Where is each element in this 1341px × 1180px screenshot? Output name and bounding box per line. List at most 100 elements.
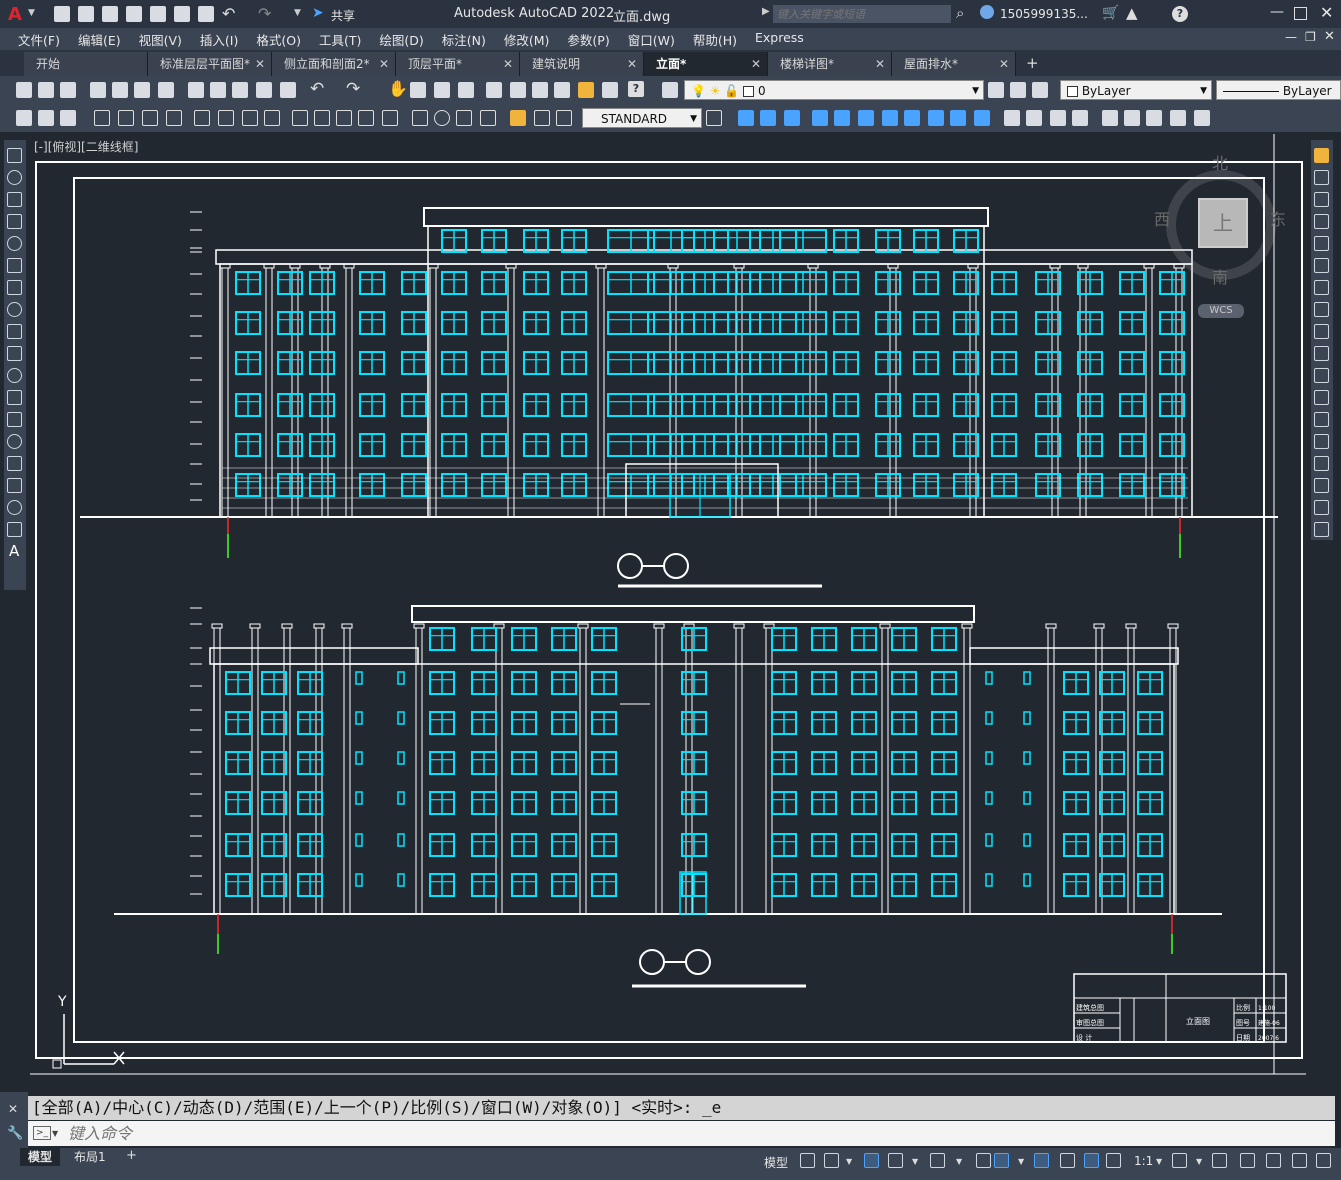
cut-icon[interactable] <box>188 82 204 98</box>
trim-icon[interactable] <box>1314 346 1329 361</box>
3d-dwf-icon[interactable] <box>158 82 174 98</box>
lineweight-icon[interactable] <box>1034 1153 1049 1168</box>
tolerance-icon[interactable] <box>336 110 352 126</box>
rectangle-icon[interactable] <box>7 236 22 251</box>
annotation-visibility-icon[interactable] <box>1084 1153 1099 1168</box>
point-icon[interactable] <box>7 434 22 449</box>
table-icon[interactable] <box>7 522 22 537</box>
plot-icon[interactable] <box>198 6 214 22</box>
dim-jogged-icon[interactable] <box>142 110 158 126</box>
save-icon[interactable] <box>60 82 76 98</box>
tool-palettes-icon[interactable] <box>532 82 548 98</box>
ellipse-icon[interactable] <box>7 346 22 361</box>
compass-west[interactable]: 西 <box>1154 206 1170 230</box>
3d-rotate-icon[interactable] <box>760 110 776 126</box>
properties-icon[interactable] <box>486 82 502 98</box>
polar-tracking-icon[interactable] <box>888 1153 903 1168</box>
new-tab-icon[interactable]: + <box>1026 54 1039 72</box>
circle-icon[interactable] <box>7 280 22 295</box>
publish-icon[interactable] <box>134 82 150 98</box>
close-tab-icon[interactable]: ✕ <box>999 52 1009 76</box>
clean-icon[interactable] <box>1194 110 1210 126</box>
search-icon[interactable]: ⌕ <box>956 4 964 22</box>
mirror-icon[interactable] <box>1314 192 1329 207</box>
customize-status-icon[interactable] <box>1316 1153 1331 1168</box>
explode-icon[interactable] <box>1314 522 1329 537</box>
menu-item[interactable]: 格式(O) <box>247 30 310 49</box>
layer-properties-icon[interactable] <box>662 82 678 98</box>
dim-update-icon[interactable] <box>480 110 496 126</box>
dim-style-manager-icon[interactable] <box>706 110 722 126</box>
dim-angular-icon[interactable] <box>194 110 210 126</box>
dim-continue-icon[interactable] <box>264 110 280 126</box>
search-input[interactable] <box>773 5 951 23</box>
qnew-icon[interactable] <box>16 82 32 98</box>
dim-radius-icon[interactable] <box>118 110 134 126</box>
chevron-down-icon[interactable]: ▼ <box>1018 1157 1024 1166</box>
wcs-menu[interactable]: WCS <box>1198 304 1244 318</box>
dim-space-icon[interactable] <box>292 110 308 126</box>
customize-icon[interactable]: ▼ <box>294 8 301 18</box>
redo-icon[interactable]: ↷ <box>346 79 360 99</box>
chamfer-icon[interactable] <box>1314 456 1329 471</box>
dim-edit-icon[interactable] <box>434 110 450 126</box>
dim-arc-icon[interactable] <box>60 110 76 126</box>
dim-ordinate-icon[interactable] <box>94 110 110 126</box>
command-recent-icon[interactable]: >_ <box>33 1126 51 1140</box>
dim-baseline-icon[interactable] <box>242 110 258 126</box>
break-icon[interactable] <box>1314 412 1329 427</box>
annotation-scale[interactable]: 1:1 <box>1134 1154 1153 1168</box>
layer-state-icon[interactable] <box>1032 82 1048 98</box>
menu-item[interactable]: 标注(N) <box>433 30 495 49</box>
snap-mode-icon[interactable] <box>824 1153 839 1168</box>
minimize-icon[interactable]: — <box>1270 4 1284 20</box>
block-editor-icon[interactable] <box>280 82 296 98</box>
polygon-icon[interactable] <box>7 214 22 229</box>
zoom-previous-icon[interactable] <box>458 82 474 98</box>
3d-scale-icon[interactable] <box>858 110 874 126</box>
subtract-icon[interactable] <box>904 110 920 126</box>
drawing-viewport[interactable]: [-][俯视][二维线框] 立面图 建筑总图 审图总图设 计比例 图号 日期 1:100 建… <box>30 134 1306 1082</box>
blend-icon[interactable] <box>1314 500 1329 515</box>
add-icon[interactable] <box>1212 1153 1227 1168</box>
close-tab-icon[interactable]: ✕ <box>379 52 389 76</box>
dim-break-icon[interactable] <box>314 110 330 126</box>
command-input-bar[interactable]: >_ ▼ <box>28 1121 1335 1146</box>
drawing-canvas[interactable]: 立面图 建筑总图审图总图设 计 比例图号日期 1:100 建施-06 2007.6 <box>30 134 1306 1082</box>
sheet-set-icon[interactable] <box>554 82 570 98</box>
chevron-down-icon[interactable]: ▼ <box>846 1157 852 1166</box>
text-tool-icon[interactable]: A <box>9 542 19 560</box>
shell-icon[interactable] <box>1146 110 1162 126</box>
arc-icon[interactable] <box>7 258 22 273</box>
zoom-realtime-icon[interactable] <box>410 82 426 98</box>
tab-model[interactable]: 模型 <box>20 1148 61 1166</box>
compass-south[interactable]: 南 <box>1212 264 1228 288</box>
fillet-icon[interactable] <box>1314 478 1329 493</box>
open-icon[interactable] <box>38 82 54 98</box>
3d-move-icon[interactable] <box>738 110 754 126</box>
open-file-icon[interactable] <box>78 6 94 22</box>
line-icon[interactable] <box>7 148 22 163</box>
tab-layout1[interactable]: 布局1 <box>66 1148 114 1166</box>
dim-reassociate-icon[interactable] <box>556 110 572 126</box>
gradient-icon[interactable] <box>7 478 22 493</box>
erase-icon[interactable] <box>1314 148 1329 163</box>
redo-icon[interactable]: ↷ <box>258 4 271 23</box>
make-block-icon[interactable] <box>7 412 22 427</box>
region-icon[interactable] <box>7 500 22 515</box>
auto-scale-icon[interactable] <box>1106 1153 1121 1168</box>
stretch-icon[interactable] <box>1314 324 1329 339</box>
break-at-point-icon[interactable] <box>1314 390 1329 405</box>
tab-document[interactable]: 开始 <box>24 52 148 76</box>
help-icon[interactable]: ? <box>628 81 644 97</box>
chevron-down-icon[interactable]: ▼ <box>1196 1157 1202 1166</box>
transparency-icon[interactable] <box>1060 1153 1075 1168</box>
design-center-icon[interactable] <box>510 82 526 98</box>
help-icon[interactable]: ? <box>1172 6 1188 22</box>
3d-mirror-icon[interactable] <box>834 110 850 126</box>
undo-icon[interactable]: ↶ <box>310 79 324 99</box>
user-name[interactable]: 1505999135... <box>1000 7 1088 21</box>
dim-text-edit-icon[interactable] <box>456 110 472 126</box>
isolate-objects-icon[interactable] <box>1240 1153 1255 1168</box>
rotate-icon[interactable] <box>1314 280 1329 295</box>
